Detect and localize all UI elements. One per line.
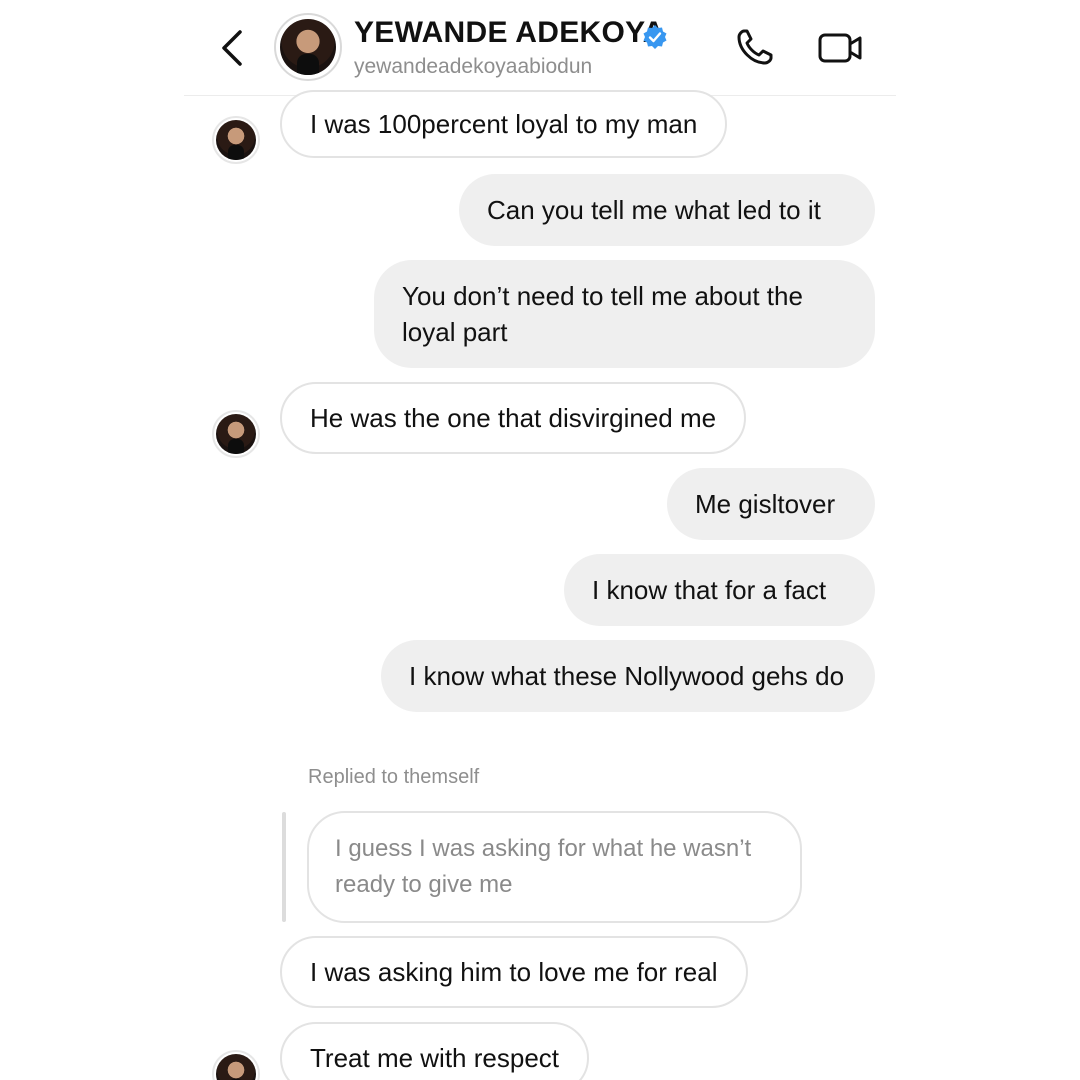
- chat-screen: YEWANDE ADEKOYA yewandeadekoyaabiodun I …: [0, 0, 1080, 1080]
- chat-header: YEWANDE ADEKOYA yewandeadekoyaabiodun: [0, 0, 1080, 96]
- reply-label: Replied to themself: [308, 766, 480, 788]
- video-camera-icon: [818, 33, 862, 63]
- avatar-image: [216, 1054, 256, 1080]
- message-outgoing[interactable]: Can you tell me what led to it: [459, 174, 875, 246]
- message-incoming[interactable]: Treat me with respect: [280, 1022, 590, 1080]
- avatar-image: [216, 414, 256, 454]
- contact-name[interactable]: YEWANDE ADEKOYA: [354, 16, 665, 50]
- sender-avatar[interactable]: [212, 116, 260, 164]
- verified-badge-icon: [643, 25, 667, 49]
- message-outgoing[interactable]: I know that for a fact: [564, 554, 875, 626]
- message-incoming[interactable]: He was the one that disvirgined me: [280, 382, 747, 454]
- message-outgoing[interactable]: You don’t need to tell me about the loya…: [374, 260, 875, 368]
- message-outgoing[interactable]: I know what these Nollywood gehs do: [381, 640, 875, 712]
- avatar-image: [280, 19, 336, 75]
- contact-avatar[interactable]: [274, 13, 342, 81]
- quoted-message[interactable]: I guess I was asking for what he wasn’t …: [307, 811, 802, 923]
- contact-handle: yewandeadekoyaabiodun: [354, 55, 593, 78]
- sender-avatar[interactable]: [212, 410, 260, 458]
- message-incoming[interactable]: I was asking him to love me for real: [280, 936, 748, 1008]
- message-incoming[interactable]: I was 100percent loyal to my man: [280, 90, 728, 158]
- voice-call-button[interactable]: [734, 26, 776, 68]
- video-call-button[interactable]: [816, 28, 864, 68]
- message-outgoing[interactable]: Me gisltover: [667, 468, 875, 540]
- avatar-image: [216, 120, 256, 160]
- phone-icon: [737, 29, 773, 65]
- sender-avatar[interactable]: [212, 1050, 260, 1080]
- reply-indicator-bar: [282, 812, 286, 922]
- back-button[interactable]: [214, 26, 250, 70]
- chevron-left-icon: [222, 30, 242, 66]
